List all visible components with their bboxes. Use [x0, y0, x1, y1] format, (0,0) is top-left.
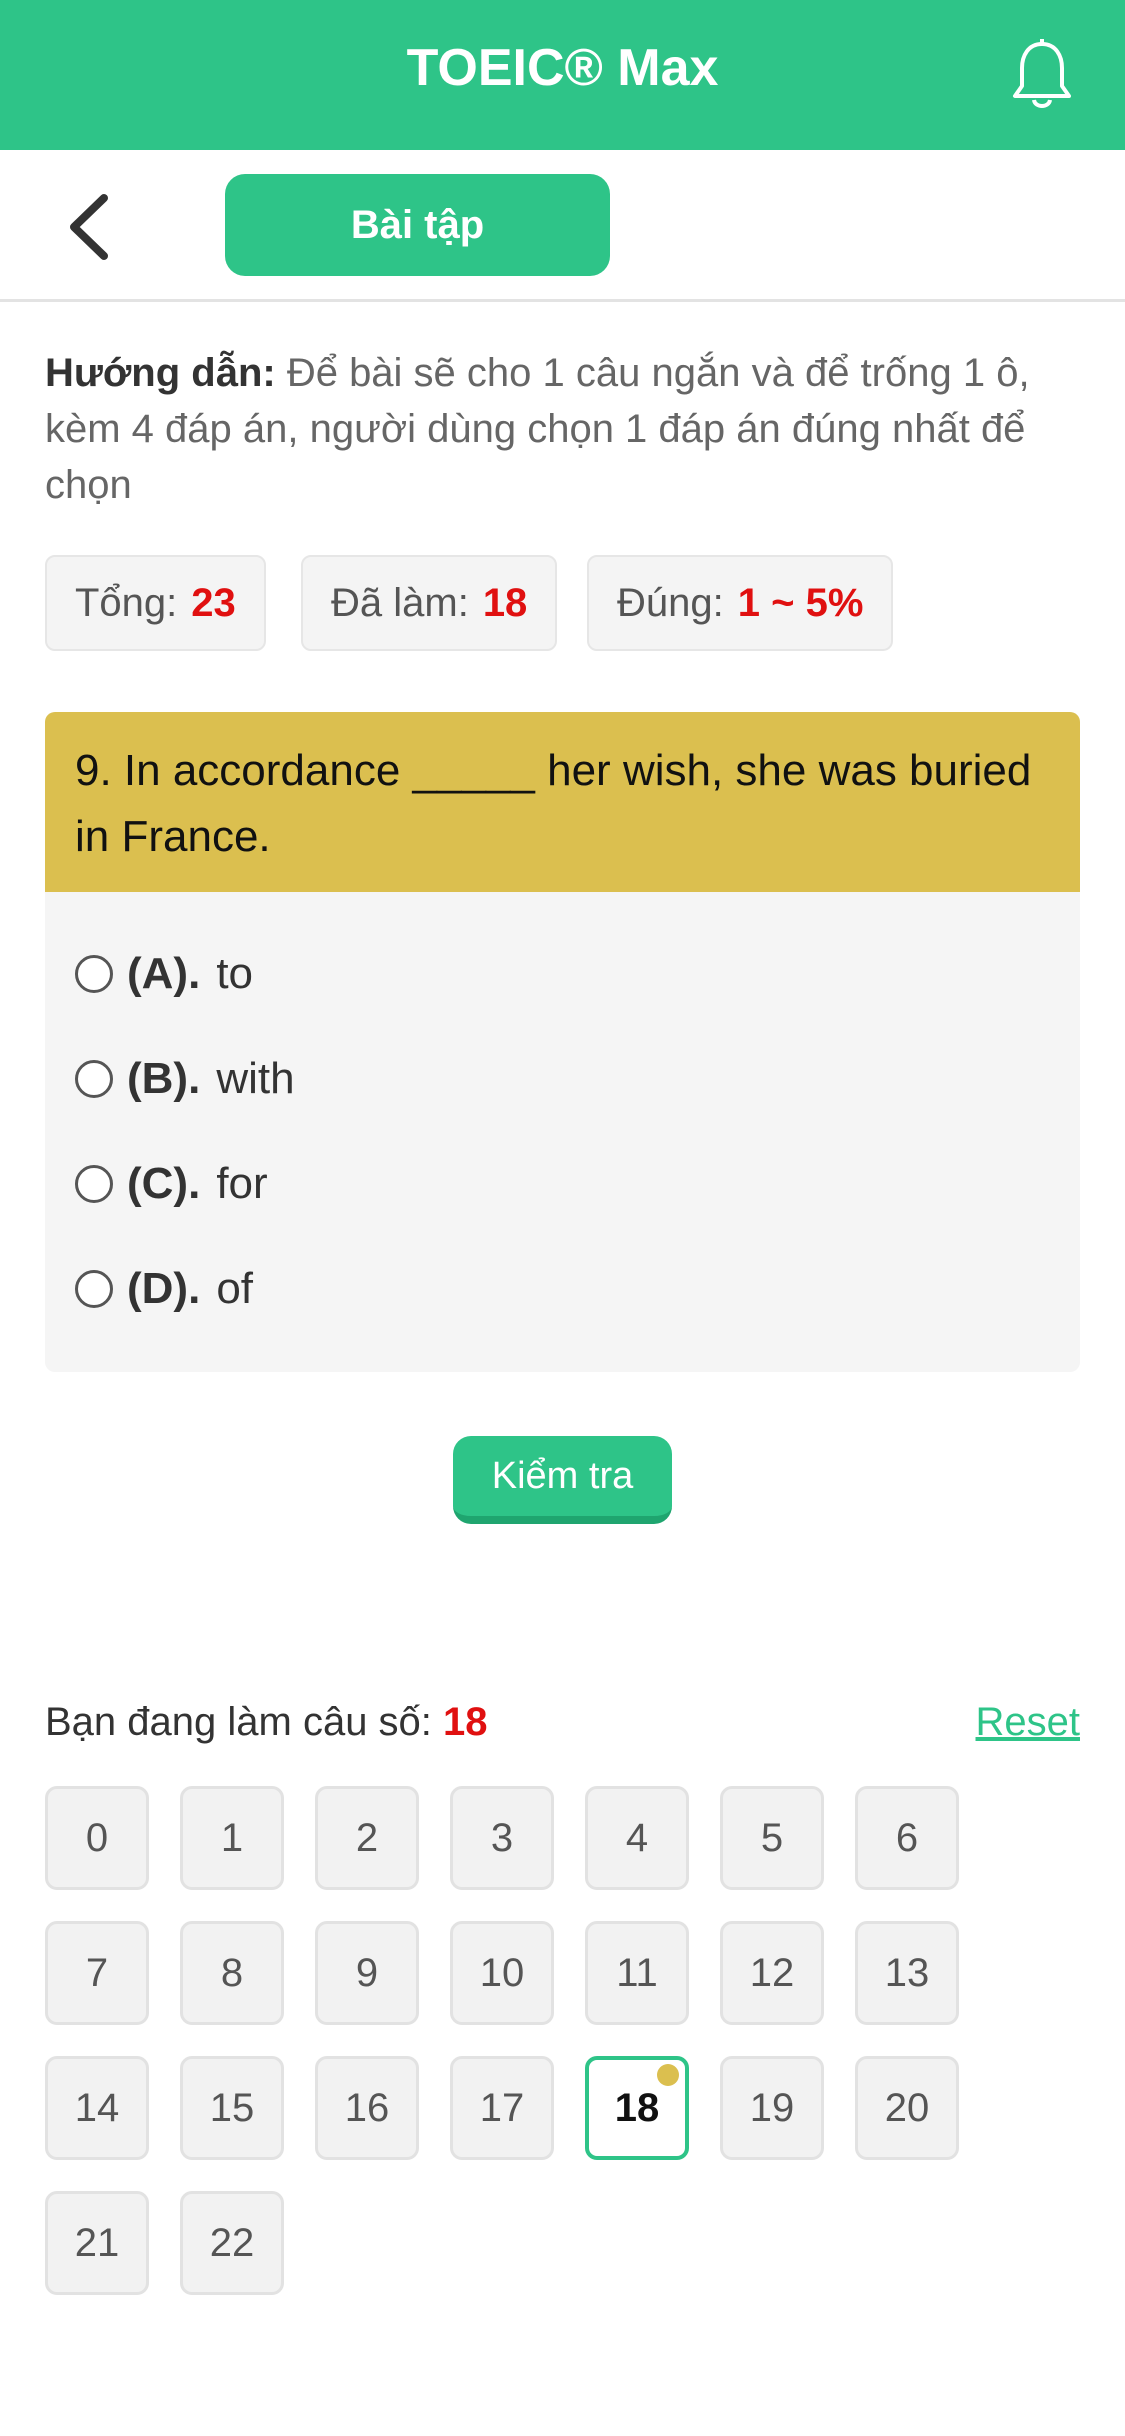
- question-number-cell[interactable]: 22: [180, 2191, 284, 2295]
- current-marker-dot: [657, 2064, 679, 2086]
- progress-label: Bạn đang làm câu số:: [45, 1700, 432, 1744]
- question-number-cell[interactable]: 20: [855, 2056, 959, 2160]
- question-number-cell[interactable]: 12: [720, 1921, 824, 2025]
- option-b[interactable]: (B). with: [75, 1049, 295, 1109]
- question-number-cell[interactable]: 3: [450, 1786, 554, 1890]
- progress-indicator: Bạn đang làm câu số: 18: [45, 1700, 488, 1745]
- stat-correct: Đúng: 1 ~ 5%: [587, 555, 894, 651]
- radio-button[interactable]: [75, 1270, 113, 1308]
- question-number-cell[interactable]: 6: [855, 1786, 959, 1890]
- stat-done-label: Đã làm:: [331, 580, 469, 625]
- stat-total-label: Tổng:: [75, 580, 178, 625]
- question-number-cell[interactable]: 21: [45, 2191, 149, 2295]
- option-text: of: [216, 1264, 254, 1313]
- bell-icon[interactable]: [1010, 38, 1074, 112]
- app-header: TOEIC® Max: [0, 0, 1125, 150]
- option-text: with: [216, 1054, 295, 1103]
- option-label: (A).: [127, 949, 201, 998]
- radio-button[interactable]: [75, 955, 113, 993]
- check-button[interactable]: Kiểm tra: [453, 1436, 672, 1524]
- question-number-cell-current[interactable]: 18: [585, 2056, 689, 2160]
- chevron-left-icon[interactable]: [62, 192, 118, 262]
- reset-link[interactable]: Reset: [976, 1700, 1081, 1745]
- question-number-label: 18: [614, 2085, 660, 2130]
- question-number-cell[interactable]: 17: [450, 2056, 554, 2160]
- question-number-cell[interactable]: 2: [315, 1786, 419, 1890]
- question-number-cell[interactable]: 9: [315, 1921, 419, 2025]
- sub-navigation: Bài tập: [0, 150, 1125, 302]
- radio-button[interactable]: [75, 1060, 113, 1098]
- question-text: 9. In accordance _____ her wish, she was…: [45, 712, 1080, 892]
- question-number-cell[interactable]: 14: [45, 2056, 149, 2160]
- stat-total-value: 23: [191, 580, 236, 625]
- app-title: TOEIC® Max: [406, 39, 719, 97]
- instructions: Hướng dẫn: Để bài sẽ cho 1 câu ngắn và đ…: [45, 345, 1080, 513]
- stat-done: Đã làm: 18: [301, 555, 558, 651]
- question-number-cell[interactable]: 1: [180, 1786, 284, 1890]
- question-number-cell[interactable]: 5: [720, 1786, 824, 1890]
- tab-exercises[interactable]: Bài tập: [225, 174, 610, 276]
- question-number-cell[interactable]: 15: [180, 2056, 284, 2160]
- instructions-label: Hướng dẫn:: [45, 351, 276, 395]
- question-number-cell[interactable]: 8: [180, 1921, 284, 2025]
- question-number-cell[interactable]: 7: [45, 1921, 149, 2025]
- question-number-cell[interactable]: 0: [45, 1786, 149, 1890]
- question-number-cell[interactable]: 19: [720, 2056, 824, 2160]
- option-text: to: [216, 949, 254, 998]
- option-label: (D).: [127, 1264, 201, 1313]
- option-d[interactable]: (D). of: [75, 1259, 253, 1319]
- option-c[interactable]: (C). for: [75, 1154, 268, 1214]
- stat-total: Tổng: 23: [45, 555, 266, 651]
- question-number-cell[interactable]: 11: [585, 1921, 689, 2025]
- question-card: 9. In accordance _____ her wish, she was…: [45, 712, 1080, 1372]
- question-number-cell[interactable]: 13: [855, 1921, 959, 2025]
- option-label: (C).: [127, 1159, 201, 1208]
- question-number-cell[interactable]: 10: [450, 1921, 554, 2025]
- question-number-cell[interactable]: 4: [585, 1786, 689, 1890]
- stat-correct-value: 1 ~ 5%: [737, 580, 864, 625]
- stat-correct-label: Đúng:: [617, 580, 724, 625]
- option-label: (B).: [127, 1054, 201, 1103]
- option-text: for: [216, 1159, 268, 1208]
- radio-button[interactable]: [75, 1165, 113, 1203]
- option-a[interactable]: (A). to: [75, 944, 253, 1004]
- question-number-cell[interactable]: 16: [315, 2056, 419, 2160]
- progress-current: 18: [443, 1700, 488, 1744]
- stat-done-value: 18: [482, 580, 528, 625]
